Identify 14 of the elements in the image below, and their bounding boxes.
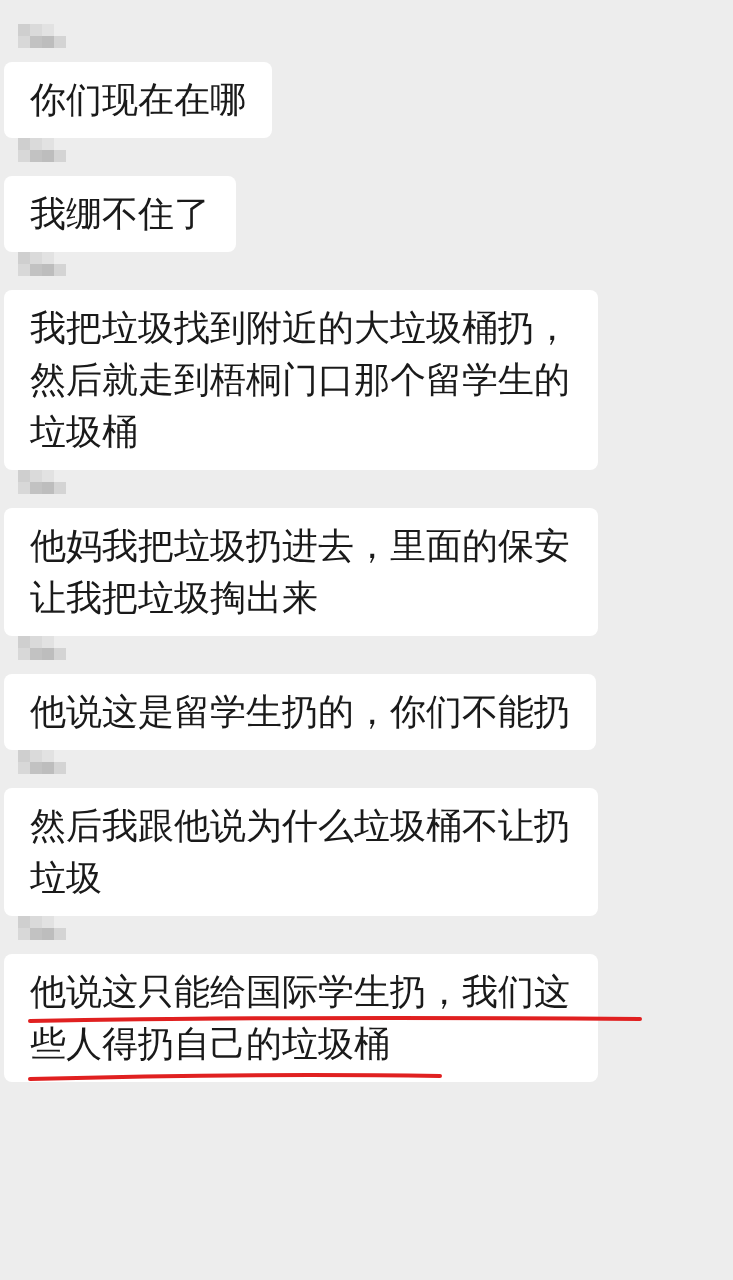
message-bubble: 他说这是留学生扔的，你们不能扔 <box>4 674 596 750</box>
message-bubble: 我把垃圾找到附近的大垃圾桶扔，然后就走到梧桐门口那个留学生的垃圾桶 <box>4 290 598 470</box>
blurred-name <box>18 24 66 48</box>
blurred-name <box>18 252 66 276</box>
blurred-name <box>18 916 66 940</box>
blurred-name <box>18 138 66 162</box>
message-bubble: 你们现在在哪 <box>4 62 272 138</box>
message-bubble: 他说这只能给国际学生扔，我们这些人得扔自己的垃圾桶 <box>4 954 598 1082</box>
blurred-name <box>18 750 66 774</box>
message-bubble: 我绷不住了 <box>4 176 236 252</box>
blurred-name <box>18 470 66 494</box>
message-bubble: 他妈我把垃圾扔进去，里面的保安让我把垃圾掏出来 <box>4 508 598 636</box>
message-bubble: 然后我跟他说为什么垃圾桶不让扔垃圾 <box>4 788 598 916</box>
blurred-name <box>18 636 66 660</box>
